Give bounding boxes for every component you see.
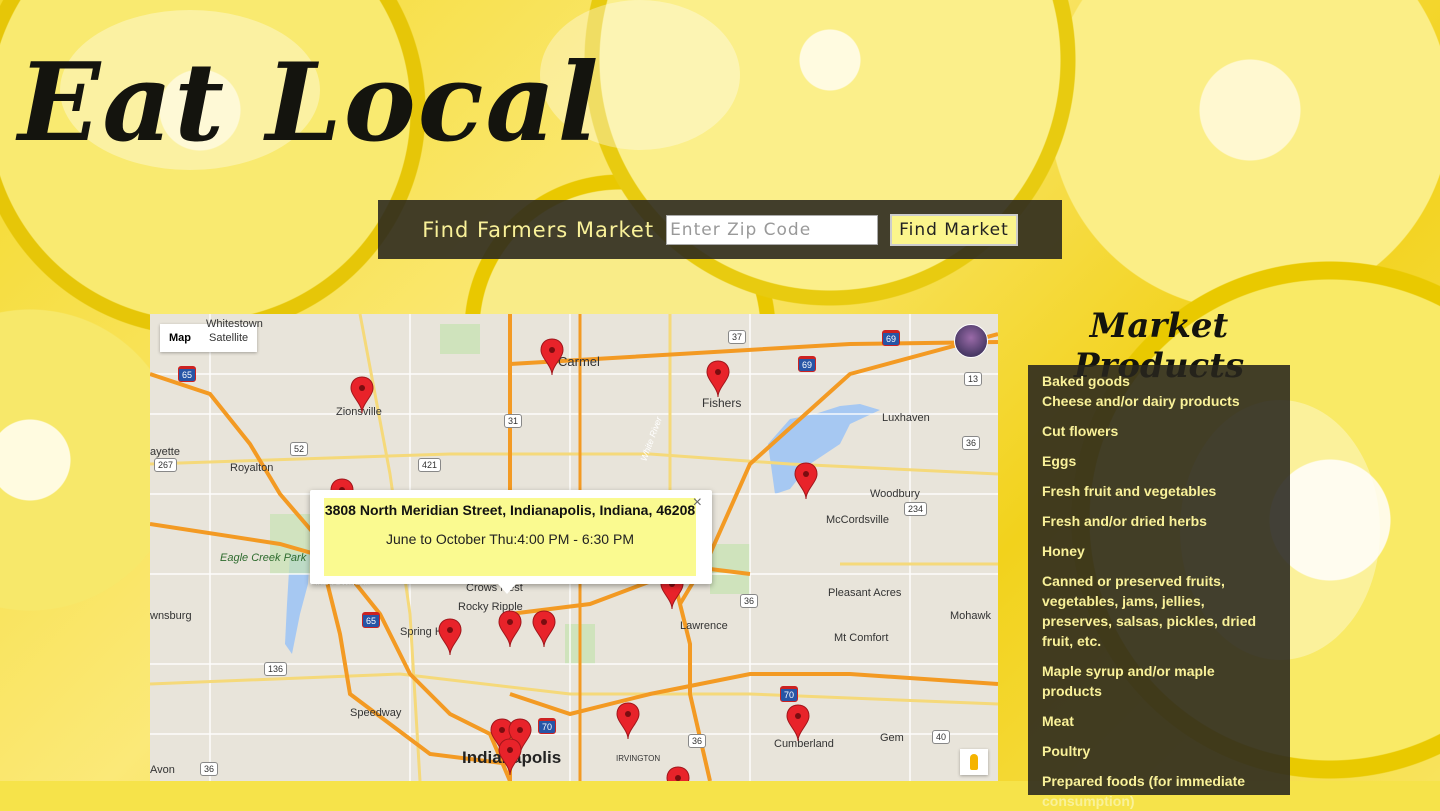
market-map[interactable]: Map Satellite Whitestown Carmel Zionsvil… xyxy=(150,314,998,781)
avatar-icon[interactable] xyxy=(954,324,988,358)
place-label: Carmel xyxy=(558,354,600,369)
place-label: Fishers xyxy=(702,396,742,410)
place-label: Eagle Creek Park xyxy=(220,552,307,564)
place-label: Mohawk xyxy=(950,610,991,622)
map-type-map[interactable]: Map xyxy=(160,324,200,352)
place-label: Lawrence xyxy=(680,620,728,632)
place-label: Royalton xyxy=(230,462,274,474)
place-label: Woodbury xyxy=(870,488,920,500)
place-label: Avon xyxy=(150,764,175,776)
route-shield: 70 xyxy=(538,718,557,734)
route-shield: 70 xyxy=(780,686,799,702)
product-item: Fresh fruit and vegetables xyxy=(1042,483,1217,499)
route-shield: 69 xyxy=(882,330,901,346)
route-shield: 65 xyxy=(178,366,197,382)
search-label: Find Farmers Market xyxy=(422,217,655,242)
product-item: Fresh and/or dried herbs xyxy=(1042,513,1207,529)
market-address: 3808 North Meridian Street, Indianapolis… xyxy=(324,502,696,518)
product-item: Meat xyxy=(1042,713,1074,729)
pegman-icon[interactable] xyxy=(960,749,988,775)
route-shield: 36 xyxy=(962,436,981,450)
route-shield: 37 xyxy=(728,330,747,344)
product-item: Eggs xyxy=(1042,453,1077,469)
route-shield: 13 xyxy=(964,372,983,386)
place-label: Mt Comfort xyxy=(834,632,889,644)
info-window-tail xyxy=(498,584,516,594)
route-shield: 136 xyxy=(264,662,288,676)
place-label: ayette xyxy=(150,446,180,458)
map-pin-icon[interactable] xyxy=(540,338,564,376)
zip-code-input[interactable] xyxy=(666,214,879,245)
route-shield: 31 xyxy=(504,414,523,428)
map-pin-icon[interactable] xyxy=(666,766,690,781)
place-label: Pleasant Acres xyxy=(828,587,902,599)
close-icon[interactable]: × xyxy=(693,494,702,512)
place-label: Luxhaven xyxy=(882,412,930,424)
map-pin-icon[interactable] xyxy=(786,704,810,742)
map-pin-icon[interactable] xyxy=(616,702,640,740)
product-item: Cut flowers xyxy=(1042,423,1119,439)
route-shield: 40 xyxy=(932,730,951,744)
site-logo[interactable]: Eat Local xyxy=(18,40,601,166)
info-window: 3808 North Meridian Street, Indianapolis… xyxy=(310,490,712,594)
route-shield: 267 xyxy=(154,458,178,472)
map-pin-icon[interactable] xyxy=(532,610,556,648)
product-item: Prepared foods (for immediate consumptio… xyxy=(1042,773,1246,809)
route-shield: 234 xyxy=(904,502,928,516)
products-panel: Baked goods Cheese and/or dairy products C… xyxy=(1028,365,1290,809)
map-pin-icon[interactable] xyxy=(498,610,522,648)
place-label: wnsburg xyxy=(150,610,192,622)
find-market-button[interactable]: Find Market xyxy=(890,213,1018,246)
map-pin-icon[interactable] xyxy=(706,360,730,398)
place-label: Whitestown xyxy=(206,318,263,330)
search-bar: Find Farmers Market Find Market xyxy=(378,200,1062,259)
products-list: Baked goods Cheese and/or dairy products C… xyxy=(1042,371,1276,811)
market-hours: June to October Thu:4:00 PM - 6:30 PM xyxy=(386,531,634,547)
map-pin-icon[interactable] xyxy=(350,376,374,414)
product-item: Maple syrup and/or maple products xyxy=(1042,663,1215,699)
map-pin-icon[interactable] xyxy=(438,618,462,656)
route-shield: 65 xyxy=(362,612,381,628)
map-pin-icon[interactable] xyxy=(794,462,818,500)
route-shield: 52 xyxy=(290,442,309,456)
route-shield: 36 xyxy=(740,594,759,608)
route-shield: 36 xyxy=(688,734,707,748)
route-shield: 69 xyxy=(798,356,817,372)
product-item: Canned or preserved fruits, vegetables, … xyxy=(1042,573,1257,649)
info-window-content: 3808 North Meridian Street, Indianapolis… xyxy=(324,498,696,576)
product-item: Poultry xyxy=(1042,743,1091,759)
product-item: Baked goods xyxy=(1042,373,1130,389)
route-shield: 421 xyxy=(418,458,442,472)
product-item: Cheese and/or dairy products xyxy=(1042,393,1240,409)
place-label: IRVINGTON xyxy=(616,754,661,763)
place-label: Gem xyxy=(880,732,904,744)
product-item: Honey xyxy=(1042,543,1085,559)
place-label: Speedway xyxy=(350,707,402,719)
route-shield: 36 xyxy=(200,762,219,776)
place-label: McCordsville xyxy=(826,514,889,526)
map-pin-icon[interactable] xyxy=(498,738,522,776)
